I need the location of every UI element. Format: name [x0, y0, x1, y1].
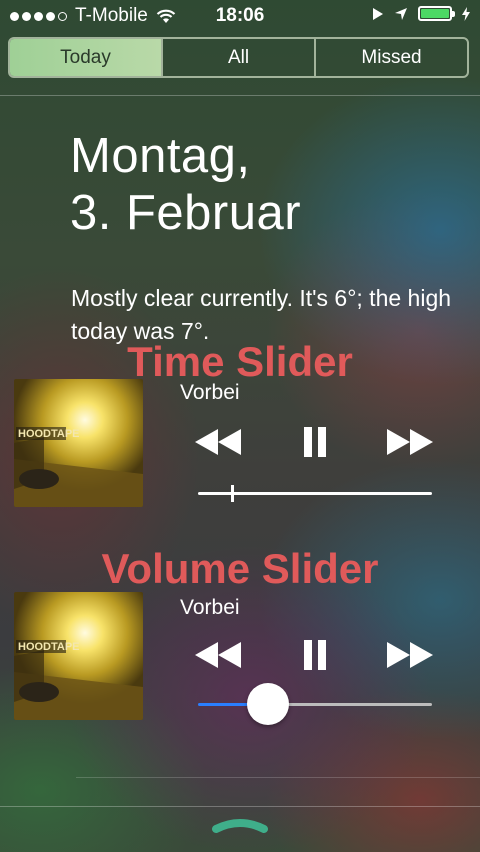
location-arrow-icon	[395, 7, 407, 20]
volume-slider-thumb[interactable]	[247, 683, 289, 725]
list-divider	[76, 777, 480, 778]
volume-slider[interactable]	[198, 682, 432, 726]
fast-forward-icon	[387, 642, 433, 668]
date-weekday: Montag,	[70, 129, 251, 183]
rewind-icon	[195, 642, 241, 668]
pause-button[interactable]	[296, 422, 334, 462]
bottom-divider	[0, 806, 480, 807]
status-bar-right	[372, 6, 470, 21]
time-slider-position-marker[interactable]	[231, 485, 234, 502]
fast-forward-icon	[387, 429, 433, 455]
rewind-button[interactable]	[192, 635, 244, 675]
header-divider	[0, 95, 480, 96]
album-artwork[interactable]: HOODTAPE	[14, 379, 143, 507]
pause-button[interactable]	[296, 635, 334, 675]
track-title: Vorbei	[180, 381, 240, 404]
svg-text:HOODTAPE: HOODTAPE	[18, 641, 80, 653]
tab-missed[interactable]: Missed	[314, 39, 467, 76]
time-slider[interactable]	[198, 483, 432, 503]
notification-tabs: Today All Missed	[8, 37, 469, 78]
rewind-icon	[195, 429, 241, 455]
rewind-button[interactable]	[192, 422, 244, 462]
pause-icon	[304, 427, 326, 457]
tab-today[interactable]: Today	[10, 39, 161, 76]
tab-all[interactable]: All	[161, 39, 314, 76]
status-bar: T-Mobile 18:06	[0, 0, 480, 34]
track-title: Vorbei	[180, 596, 240, 619]
fast-forward-button[interactable]	[384, 422, 436, 462]
svg-text:HOODTAPE: HOODTAPE	[18, 428, 80, 440]
date-heading: Montag, 3. Februar	[70, 128, 301, 242]
date-day-month: 3. Februar	[70, 186, 302, 240]
music-player-widget-volume: HOODTAPE Vorbei	[0, 592, 480, 772]
volume-slider-annotation: Volume Slider	[101, 545, 379, 592]
play-arrow-icon	[373, 7, 383, 20]
grabber-handle-icon[interactable]	[211, 815, 269, 835]
charging-bolt-icon	[462, 6, 470, 21]
album-artwork[interactable]: HOODTAPE	[14, 592, 143, 720]
battery-icon	[418, 6, 455, 21]
fast-forward-button[interactable]	[384, 635, 436, 675]
music-player-widget: HOODTAPE Vorbei	[0, 379, 480, 559]
pause-icon	[304, 640, 326, 670]
volume-slider-track	[268, 703, 432, 706]
